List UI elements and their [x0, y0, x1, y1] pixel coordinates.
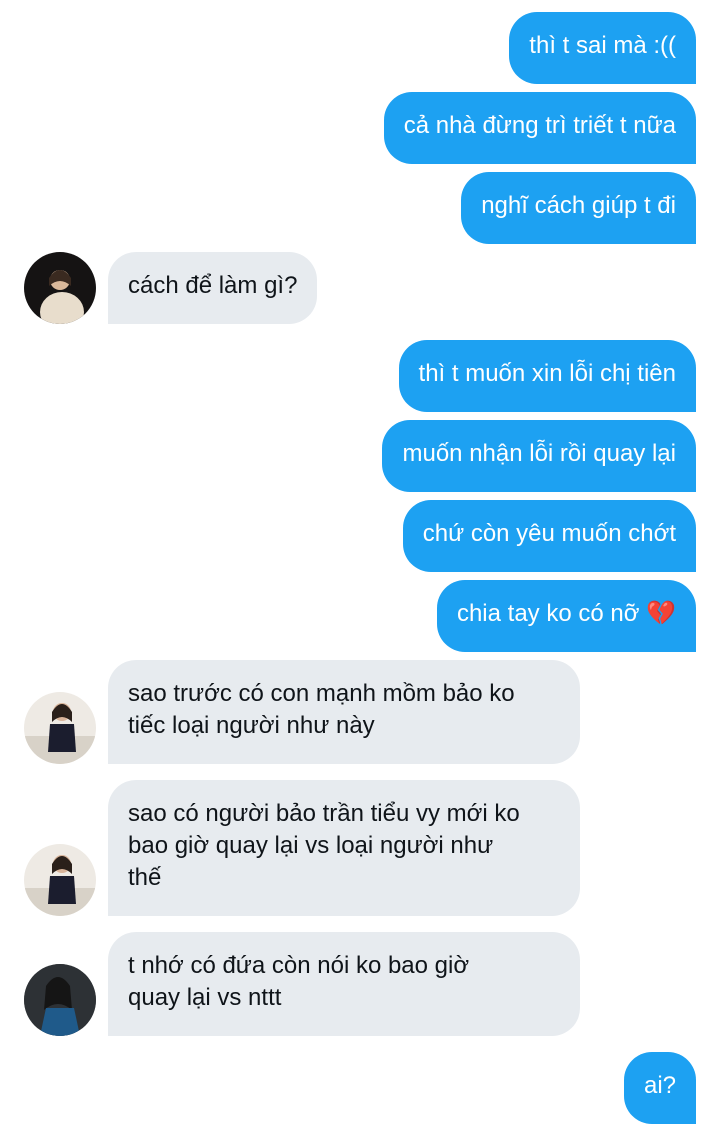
sent-message[interactable]: muốn nhận lỗi rồi quay lại: [382, 420, 696, 492]
sent-message[interactable]: chứ còn yêu muốn chớt: [402, 500, 696, 572]
received-message[interactable]: sao có người bảo trần tiểu vy mới ko bao…: [108, 780, 580, 916]
sender-avatar[interactable]: [24, 844, 96, 916]
sent-message[interactable]: thì t sai mà :((: [509, 12, 696, 84]
sent-message[interactable]: thì t muốn xin lỗi chị tiên: [398, 340, 696, 412]
sender-avatar[interactable]: [24, 252, 96, 324]
received-message[interactable]: cách để làm gì?: [108, 252, 318, 324]
sent-message[interactable]: cả nhà đừng trì triết t nữa: [383, 92, 696, 164]
sent-message[interactable]: nghĩ cách giúp t đi: [461, 172, 696, 244]
sent-message[interactable]: chia tay ko có nỡ 💔: [436, 580, 696, 652]
received-message[interactable]: sao trước có con mạnh mồm bảo ko tiếc lo…: [108, 660, 580, 764]
sent-message[interactable]: ai?: [623, 1052, 696, 1124]
received-message[interactable]: t nhớ có đứa còn nói ko bao giờ quay lại…: [108, 932, 580, 1036]
sender-avatar[interactable]: [24, 692, 96, 764]
sender-avatar[interactable]: [24, 964, 96, 1036]
